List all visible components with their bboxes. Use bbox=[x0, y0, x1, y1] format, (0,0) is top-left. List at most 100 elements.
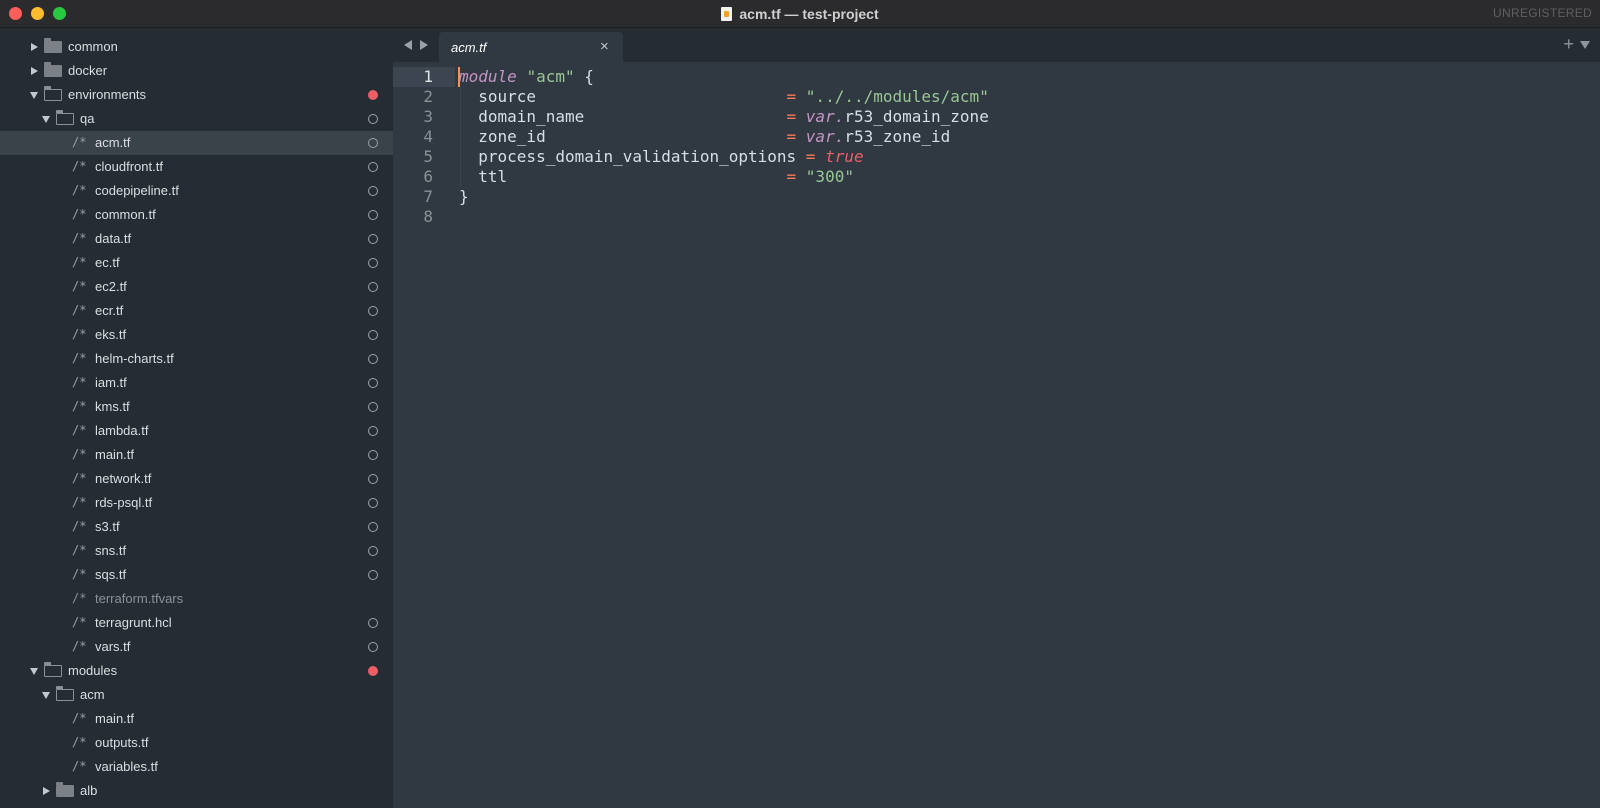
file-row[interactable]: /* lambda.tf bbox=[0, 419, 393, 443]
file-row[interactable]: /* ec.tf bbox=[0, 251, 393, 275]
file-name: sqs.tf bbox=[95, 567, 127, 582]
code-line[interactable]: process_domain_validation_options = true bbox=[459, 147, 864, 167]
file-row[interactable]: /* outputs.tf bbox=[0, 731, 393, 755]
code-token: { bbox=[574, 67, 594, 86]
navigate-forward-icon[interactable] bbox=[420, 40, 428, 50]
file-name: terragrunt.hcl bbox=[95, 615, 172, 630]
comment-file-icon: /* bbox=[72, 255, 87, 269]
code-line[interactable]: domain_name = var.r53_domain_zone bbox=[459, 107, 989, 127]
comment-file-icon: /* bbox=[72, 159, 87, 173]
tab-label: acm.tf bbox=[451, 40, 487, 55]
line-number: 2 bbox=[423, 87, 433, 106]
code-token: zone_id bbox=[459, 127, 787, 146]
file-row[interactable]: /* variables.tf bbox=[0, 755, 393, 779]
file-row[interactable]: /* rds-psql.tf bbox=[0, 491, 393, 515]
code-editor[interactable]: 1 module "acm" { 2 source = "../../modules… bbox=[393, 62, 1600, 808]
file-row[interactable]: /* main.tf bbox=[0, 443, 393, 467]
folder-row[interactable]: qa bbox=[0, 107, 393, 131]
code-token: = bbox=[786, 127, 797, 146]
untracked-status-ring-icon bbox=[368, 306, 378, 316]
folder-name: environments bbox=[68, 87, 147, 102]
comment-file-icon: /* bbox=[72, 399, 87, 413]
file-row[interactable]: /* data.tf bbox=[0, 227, 393, 251]
folder-row[interactable]: environments bbox=[0, 83, 393, 107]
code-token: "acm" bbox=[526, 67, 575, 86]
file-row[interactable]: /* sns.tf bbox=[0, 539, 393, 563]
file-row[interactable]: /* ec2.tf bbox=[0, 275, 393, 299]
folder-row[interactable]: acm bbox=[0, 683, 393, 707]
file-row[interactable]: /* terragrunt.hcl bbox=[0, 611, 393, 635]
sidebar-file-tree[interactable]: common docker environments qa /* acm.tf /* clou… bbox=[0, 28, 393, 808]
file-row[interactable]: /* acm.tf bbox=[0, 131, 393, 155]
file-name: ecr.tf bbox=[95, 303, 124, 318]
file-row[interactable]: /* ecr.tf bbox=[0, 299, 393, 323]
disclosure-closed-icon[interactable] bbox=[31, 67, 38, 75]
comment-file-icon: /* bbox=[72, 207, 87, 221]
tab-bar: acm.tf × + bbox=[393, 28, 1600, 62]
file-row[interactable]: /* common.tf bbox=[0, 203, 393, 227]
code-line[interactable]: ttl = "300" bbox=[459, 167, 854, 187]
tab-close-icon[interactable]: × bbox=[600, 38, 609, 55]
untracked-status-ring-icon bbox=[368, 354, 378, 364]
disclosure-open-icon[interactable] bbox=[30, 92, 38, 99]
untracked-status-ring-icon bbox=[368, 186, 378, 196]
line-number: 1 bbox=[393, 67, 455, 87]
file-row[interactable]: /* terraform.tfvars bbox=[0, 587, 393, 611]
comment-file-icon: /* bbox=[72, 591, 87, 605]
new-tab-icon[interactable]: + bbox=[1563, 34, 1574, 55]
disclosure-closed-icon[interactable] bbox=[31, 43, 38, 51]
file-row[interactable]: /* network.tf bbox=[0, 467, 393, 491]
code-token: true bbox=[825, 147, 864, 166]
code-token: = bbox=[786, 87, 797, 106]
file-row[interactable]: /* s3.tf bbox=[0, 515, 393, 539]
file-row[interactable]: /* vars.tf bbox=[0, 635, 393, 659]
folder-row[interactable]: modules bbox=[0, 659, 393, 683]
comment-file-icon: /* bbox=[72, 471, 87, 485]
tab-menu-chevron-down-icon[interactable] bbox=[1580, 41, 1590, 49]
code-line[interactable]: } bbox=[459, 187, 469, 207]
untracked-status-ring-icon bbox=[368, 258, 378, 268]
file-row[interactable]: /* iam.tf bbox=[0, 371, 393, 395]
code-line[interactable]: source = "../../modules/acm" bbox=[459, 87, 989, 107]
file-row[interactable]: /* main.tf bbox=[0, 707, 393, 731]
untracked-status-ring-icon bbox=[368, 546, 378, 556]
file-row[interactable]: /* codepipeline.tf bbox=[0, 179, 393, 203]
tab-acm-tf[interactable]: acm.tf × bbox=[439, 32, 623, 62]
folder-name: alb bbox=[80, 783, 98, 798]
disclosure-closed-icon[interactable] bbox=[43, 787, 50, 795]
file-row[interactable]: /* kms.tf bbox=[0, 395, 393, 419]
folder-row[interactable]: docker bbox=[0, 59, 393, 83]
code-line[interactable]: zone_id = var.r53_zone_id bbox=[459, 127, 950, 147]
code-token: = bbox=[805, 147, 816, 166]
file-row[interactable]: /* helm-charts.tf bbox=[0, 347, 393, 371]
file-row[interactable]: /* sqs.tf bbox=[0, 563, 393, 587]
comment-file-icon: /* bbox=[72, 423, 87, 437]
navigate-back-icon[interactable] bbox=[404, 40, 412, 50]
comment-file-icon: /* bbox=[72, 327, 87, 341]
disclosure-open-icon[interactable] bbox=[30, 668, 38, 675]
window-title: acm.tf — test-project bbox=[739, 5, 879, 22]
code-line[interactable]: module "acm" { bbox=[459, 67, 594, 87]
comment-file-icon: /* bbox=[72, 351, 87, 365]
file-row[interactable]: /* cloudfront.tf bbox=[0, 155, 393, 179]
code-token: = bbox=[786, 107, 797, 126]
file-name: vars.tf bbox=[95, 639, 131, 654]
disclosure-open-icon[interactable] bbox=[42, 692, 50, 699]
file-name: variables.tf bbox=[95, 759, 158, 774]
modified-status-dot-icon bbox=[368, 666, 378, 676]
comment-file-icon: /* bbox=[72, 615, 87, 629]
untracked-status-ring-icon bbox=[368, 426, 378, 436]
file-row[interactable]: /* eks.tf bbox=[0, 323, 393, 347]
disclosure-open-icon[interactable] bbox=[42, 116, 50, 123]
file-name: iam.tf bbox=[95, 375, 127, 390]
folder-row[interactable]: alb bbox=[0, 779, 393, 803]
file-name: main.tf bbox=[95, 447, 135, 462]
code-token: domain_name bbox=[459, 107, 787, 126]
folder-row[interactable]: common bbox=[0, 35, 393, 59]
untracked-status-ring-icon bbox=[368, 642, 378, 652]
untracked-status-ring-icon bbox=[368, 138, 378, 148]
